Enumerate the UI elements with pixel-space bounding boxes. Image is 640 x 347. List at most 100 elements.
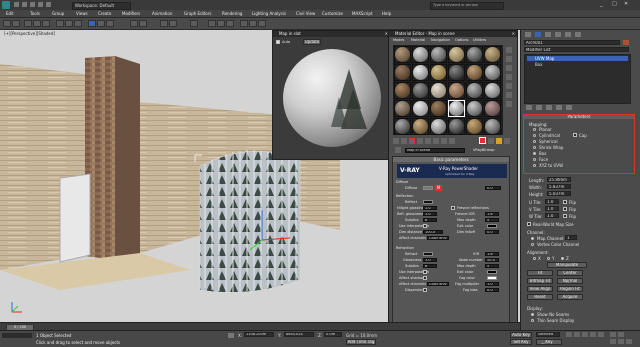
set-key-button[interactable]: Set Key [510,339,532,345]
auto-key-button[interactable]: Auto Key [510,332,532,338]
workspace-dropdown[interactable]: Workspace: Default [72,2,131,10]
render-icon[interactable] [258,20,266,27]
reset-map-icon[interactable] [417,138,423,144]
select-icon[interactable] [56,20,64,27]
fresnel-checkbox[interactable] [451,206,455,210]
z-coordinate-field[interactable]: 0.0m [324,332,342,337]
mat-editor-close-icon[interactable]: ✕ [512,31,515,36]
roughness-field[interactable]: 0.0 [485,186,501,190]
fog-multiplier-field[interactable]: 1.0 [485,282,499,286]
sample-slot[interactable] [412,118,429,135]
snap-icon[interactable] [130,20,138,27]
diffuse-color-swatch[interactable] [423,186,433,190]
go-forward-icon[interactable] [504,138,510,144]
glossiness-field[interactable]: 1.0 [423,258,437,262]
fog-bias-field[interactable]: 0.0 [485,288,499,292]
vertex-color-radio[interactable] [531,243,534,246]
put-to-scene-icon[interactable] [401,138,407,144]
view-align-button[interactable]: View Align [527,286,553,292]
stack-item-uvw-map[interactable]: UVW Map [527,56,628,61]
refl-max-depth-field[interactable]: 5 [485,218,499,222]
fit-button[interactable]: Fit [527,270,553,276]
realworld-checkbox[interactable] [527,222,531,226]
map-type-button[interactable]: VRayBitmap [473,148,495,152]
menu-tools[interactable]: Tools [30,11,40,16]
align-y-radio[interactable] [547,257,550,260]
maximize-button[interactable]: □ [612,1,622,8]
uv-tiling-icon[interactable] [506,74,512,80]
display-tab-icon[interactable] [565,32,571,37]
refr-exit-color-swatch[interactable] [487,270,497,274]
next-frame-icon[interactable] [590,332,596,337]
pick-material-icon[interactable] [395,147,401,153]
dispersion-checkbox[interactable] [423,288,427,292]
refl-affect-channels-dropdown[interactable]: Color only [427,236,449,240]
sample-slot[interactable] [412,64,429,81]
background-icon[interactable] [506,65,512,71]
mapping-cylindrical-radio[interactable] [533,134,536,137]
mat-menu-modes[interactable]: Modes [393,38,404,42]
hierarchy-tab-icon[interactable] [545,32,551,37]
move-icon[interactable] [88,20,96,27]
mat-menu-options[interactable]: Options [455,38,469,42]
options-icon[interactable] [506,101,512,107]
sample-slot[interactable] [412,46,429,63]
map-name-field[interactable]: Map in scene [405,148,465,153]
redo-icon[interactable] [12,20,20,27]
diffuse-map-button[interactable]: M [435,185,442,191]
sample-slot[interactable] [394,46,411,63]
bitmap-fit-button[interactable]: Bitmap Fit [527,278,553,284]
configure-sets-icon[interactable] [566,105,572,110]
rglossiness-field[interactable]: 1.0 [423,212,437,216]
lock-selection-icon[interactable] [228,333,234,338]
mapping-face-radio[interactable] [533,158,536,161]
menu-modifiers[interactable]: Modifiers [122,11,140,16]
sample-slot[interactable] [466,46,483,63]
sample-slot[interactable] [448,118,465,135]
make-unique-stack-icon[interactable] [546,105,552,110]
link-icon[interactable] [24,20,32,27]
scale-icon[interactable] [106,20,114,27]
sample-slot[interactable] [430,100,447,117]
sample-slot[interactable] [394,82,411,99]
sample-slot[interactable] [466,118,483,135]
mapping-box-radio[interactable] [533,152,536,155]
previous-frame-icon[interactable] [574,332,580,337]
utile-field[interactable]: 1.0 [545,199,559,204]
normal-align-button[interactable]: Normal Align [557,278,583,284]
menu-rendering[interactable]: Rendering [222,11,242,16]
put-to-library-icon[interactable] [441,138,447,144]
mapping-planar-radio[interactable] [533,128,536,131]
remove-modifier-icon[interactable] [556,105,562,110]
stack-item-box[interactable]: Box [527,62,542,67]
refr-affect-channels-dropdown[interactable]: Color only [427,282,449,286]
assign-material-icon[interactable] [409,138,415,144]
unlink-icon[interactable] [33,20,41,27]
new-icon[interactable] [14,2,19,7]
wflip-checkbox[interactable] [563,214,567,218]
schematic-icon[interactable] [217,20,225,27]
mat-menu-navigation[interactable]: Navigation [431,38,450,42]
key-filters-button[interactable]: Key Filters... [536,339,562,345]
get-material-icon[interactable] [393,138,399,144]
make-preview-icon[interactable] [506,92,512,98]
undo-icon[interactable] [38,2,43,7]
width-field[interactable]: 5.837m [547,184,571,189]
dim-distance-field[interactable]: 100.0 [423,230,443,234]
align-icon[interactable] [169,20,177,27]
motion-tab-icon[interactable] [555,32,561,37]
map-channel-radio[interactable] [531,237,534,240]
sample-slot[interactable] [484,82,501,99]
map-channel-field[interactable]: 1 [565,235,577,240]
viewport-label[interactable]: [+][Perspective][Shaded] [4,31,55,36]
sample-slot[interactable] [466,82,483,99]
layers-icon[interactable] [190,20,198,27]
render-setup-icon[interactable] [240,20,248,27]
sample-type-icon[interactable] [506,47,512,53]
pin-stack-icon[interactable] [526,105,532,110]
menu-views[interactable]: Views [76,11,88,16]
show-end-result-stack-icon[interactable] [536,105,542,110]
sample-slot[interactable] [484,118,501,135]
refl-subdivs-field[interactable]: 8 [423,218,437,222]
sample-slot[interactable] [448,46,465,63]
